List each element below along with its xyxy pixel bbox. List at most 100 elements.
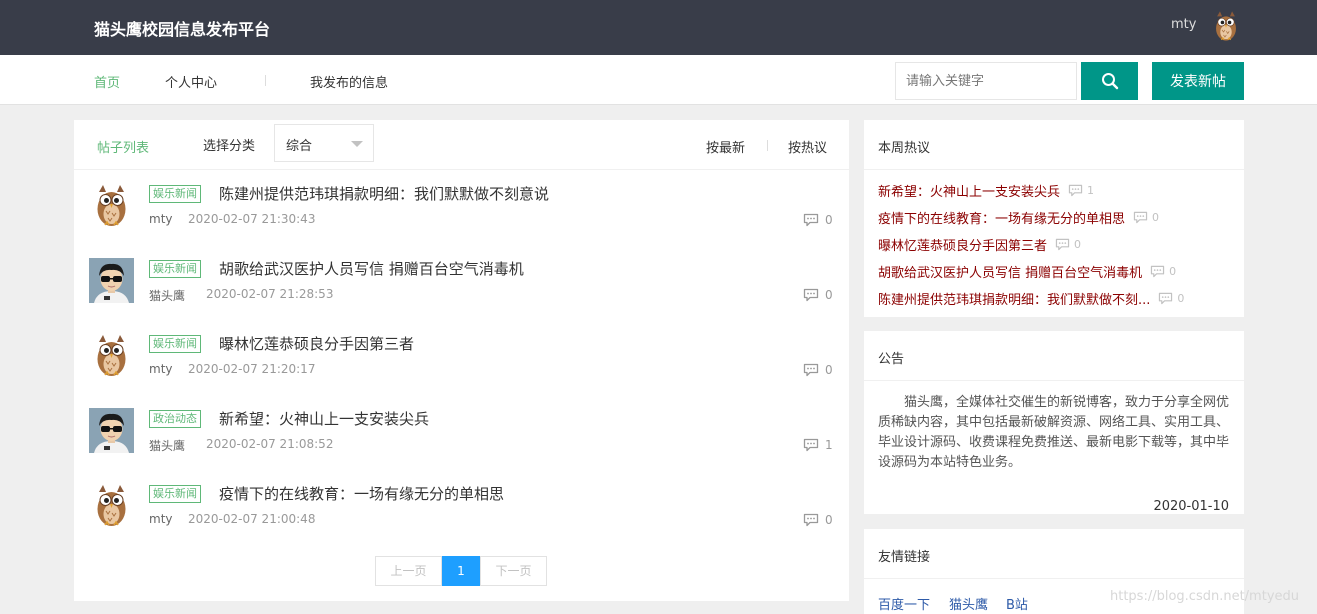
top-header: 猫头鹰校园信息发布平台 mty [0, 0, 1317, 55]
post-time: 2020-02-07 21:20:17 [188, 362, 316, 376]
comment-icon [803, 213, 819, 227]
post-title[interactable]: 新希望：火神山上一支安装尖兵 [219, 408, 429, 429]
comment-icon [803, 513, 819, 527]
hot-topic-count: 0 [1158, 292, 1184, 305]
post-time: 2020-02-07 21:00:48 [188, 512, 316, 526]
nav-bar: 首页 个人中心 我发布的信息 发表新帖 [0, 55, 1317, 105]
nav-item-profile[interactable]: 个人中心 [165, 72, 217, 91]
post-list-item: 娱乐新闻 疫情下的在线教育：一场有缘无分的单相思 mty 2020-02-07 … [74, 483, 849, 558]
nav-item-home[interactable]: 首页 [94, 72, 120, 91]
current-page[interactable]: 1 [442, 556, 480, 586]
category-value: 综合 [286, 139, 313, 154]
chevron-down-icon [351, 141, 363, 147]
hot-topic-title[interactable]: 疫情下的在线教育：一场有缘无分的单相思 [878, 208, 1125, 227]
hot-topic-count: 0 [1133, 211, 1159, 224]
friend-link[interactable]: B站 [1006, 594, 1028, 613]
hot-topic-item: 曝林忆莲恭硕良分手因第三者 0 [878, 235, 1081, 254]
post-title[interactable]: 胡歌给武汉医护人员写信 捐赠百台空气消毒机 [219, 258, 524, 279]
notice-title: 公告 [864, 331, 1244, 381]
search-button[interactable] [1081, 62, 1138, 100]
post-list-item: 娱乐新闻 曝林忆莲恭硕良分手因第三者 mty 2020-02-07 21:20:… [74, 333, 849, 408]
prev-page-button[interactable]: 上一页 [375, 556, 442, 586]
boy-avatar[interactable] [89, 408, 134, 453]
post-time: 2020-02-07 21:08:52 [206, 437, 334, 451]
search-icon [1101, 73, 1118, 90]
hot-topic-count: 1 [1068, 184, 1094, 197]
comment-count: 0 [825, 363, 833, 377]
post-category-tag: 政治动态 [149, 410, 201, 428]
comment-icon [803, 438, 819, 452]
comment-count: 0 [1074, 238, 1082, 251]
notice-panel: 公告 猫头鹰，全媒体社交催生的新锐博客，致力于分享全网优质稀缺内容，其中包括最新… [864, 331, 1244, 514]
comment-count: 1 [1087, 184, 1095, 197]
post-title[interactable]: 疫情下的在线教育：一场有缘无分的单相思 [219, 483, 504, 504]
nav-divider [265, 75, 266, 86]
sort-latest-button[interactable]: 按最新 [706, 137, 745, 156]
hot-topic-title[interactable]: 陈建州提供范玮琪捐款明细：我们默默做不刻... [878, 289, 1150, 308]
category-label: 选择分类 [203, 139, 256, 154]
comment-icon [1150, 265, 1165, 278]
post-comment-count: 0 [803, 288, 833, 302]
next-page-button[interactable]: 下一页 [480, 556, 547, 586]
post-category-tag: 娱乐新闻 [149, 185, 201, 203]
friend-link[interactable]: 百度一下 [878, 594, 930, 613]
hot-topic-item: 新希望：火神山上一支安装尖兵 1 [878, 181, 1094, 200]
category-select[interactable]: 综合 [274, 124, 374, 162]
comment-count: 0 [825, 288, 833, 302]
post-category-tag: 娱乐新闻 [149, 485, 201, 503]
hot-topic-title[interactable]: 曝林忆莲恭硕良分手因第三者 [878, 235, 1047, 254]
post-comment-count: 1 [803, 438, 833, 452]
comment-count: 0 [825, 213, 833, 227]
post-comment-count: 0 [803, 513, 833, 527]
post-list-item: 政治动态 新希望：火神山上一支安装尖兵 猫头鹰 2020-02-07 21:08… [74, 408, 849, 483]
sort-hot-button[interactable]: 按热议 [788, 137, 827, 156]
owl-avatar-icon[interactable] [1210, 6, 1242, 46]
hot-topic-item: 胡歌给武汉医护人员写信 捐赠百台空气消毒机 0 [878, 262, 1176, 281]
post-time: 2020-02-07 21:28:53 [206, 287, 334, 301]
post-list-panel: 帖子列表 选择分类 综合 按最新 按热议 娱乐新闻 陈建州提供范玮琪捐款明细：我… [74, 120, 849, 601]
post-time: 2020-02-07 21:30:43 [188, 212, 316, 226]
comment-count: 1 [825, 438, 833, 452]
comment-icon [1068, 184, 1083, 197]
post-comment-count: 0 [803, 363, 833, 377]
post-title[interactable]: 陈建州提供范玮琪捐款明细：我们默默做不刻意说 [219, 183, 549, 204]
friend-link[interactable]: 猫头鹰 [949, 594, 988, 613]
notice-date: 2020-01-10 [1153, 499, 1229, 514]
friend-links-title: 友情链接 [864, 529, 1244, 579]
comment-icon [1133, 211, 1148, 224]
owl-avatar[interactable] [89, 183, 134, 228]
nav-item-my-posts[interactable]: 我发布的信息 [310, 72, 388, 91]
site-title[interactable]: 猫头鹰校园信息发布平台 [94, 16, 270, 40]
post-list-item: 娱乐新闻 陈建州提供范玮琪捐款明细：我们默默做不刻意说 mty 2020-02-… [74, 183, 849, 258]
hot-topic-item: 疫情下的在线教育：一场有缘无分的单相思 0 [878, 208, 1159, 227]
comment-icon [1158, 292, 1173, 305]
comment-count: 0 [825, 513, 833, 527]
new-post-button[interactable]: 发表新帖 [1152, 62, 1244, 100]
post-list-header: 帖子列表 选择分类 综合 按最新 按热议 [74, 120, 849, 170]
comment-count: 0 [1169, 265, 1177, 278]
search-input[interactable] [895, 62, 1077, 100]
pagination: 上一页 1 下一页 [375, 556, 547, 586]
post-category-tag: 娱乐新闻 [149, 335, 201, 353]
hot-topic-item: 陈建州提供范玮琪捐款明细：我们默默做不刻... 0 [878, 289, 1184, 308]
hot-topics-panel: 本周热议 新希望：火神山上一支安装尖兵 1 疫情下的在线教育：一场有缘无分的单相… [864, 120, 1244, 317]
watermark: https://blog.csdn.net/mtyedu [1110, 589, 1300, 604]
post-comment-count: 0 [803, 213, 833, 227]
owl-avatar[interactable] [89, 333, 134, 378]
post-title[interactable]: 曝林忆莲恭硕良分手因第三者 [219, 333, 414, 354]
sort-divider [767, 140, 768, 151]
comment-count: 0 [1177, 292, 1185, 305]
post-author: 猫头鹰 [149, 439, 186, 453]
username[interactable]: mty [1171, 17, 1196, 32]
hot-topic-title[interactable]: 新希望：火神山上一支安装尖兵 [878, 181, 1060, 200]
owl-avatar[interactable] [89, 483, 134, 528]
post-list-title[interactable]: 帖子列表 [97, 137, 149, 156]
comment-icon [1055, 238, 1070, 251]
notice-text: 猫头鹰，全媒体社交催生的新锐博客，致力于分享全网优质稀缺内容，其中包括最新破解资… [878, 395, 1230, 470]
boy-avatar[interactable] [89, 258, 134, 303]
comment-count: 0 [1152, 211, 1160, 224]
comment-icon [803, 288, 819, 302]
post-author: mty [149, 512, 173, 526]
comment-icon [803, 363, 819, 377]
hot-topic-title[interactable]: 胡歌给武汉医护人员写信 捐赠百台空气消毒机 [878, 262, 1142, 281]
